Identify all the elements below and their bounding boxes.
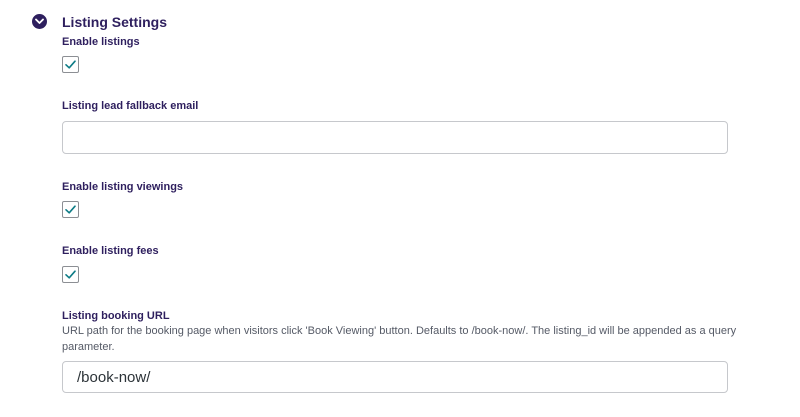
- lead-fallback-email-label: Listing lead fallback email: [62, 100, 199, 112]
- enable-viewings-label: Enable listing viewings: [62, 181, 184, 193]
- lead-fallback-email-input[interactable]: [62, 121, 728, 154]
- enable-listings-label: Enable listings: [62, 36, 140, 48]
- listing-settings-panel: Listing Settings Enable listings Listing…: [0, 0, 800, 417]
- enable-fees-label: Enable listing fees: [62, 245, 159, 257]
- booking-url-label: Listing booking URL: [62, 310, 170, 322]
- enable-listings-checkbox[interactable]: [62, 56, 79, 73]
- enable-viewings-checkbox[interactable]: [62, 201, 79, 218]
- checkmark-icon: [65, 205, 76, 214]
- enable-fees-checkbox[interactable]: [62, 266, 79, 283]
- section-collapse-toggle[interactable]: [32, 14, 47, 29]
- booking-url-input[interactable]: [62, 361, 728, 393]
- booking-url-description: URL path for the booking page when visit…: [62, 325, 737, 353]
- section-title: Listing Settings: [62, 14, 167, 30]
- checkmark-icon: [65, 270, 76, 279]
- checkmark-icon: [65, 60, 76, 69]
- chevron-down-icon: [35, 18, 44, 24]
